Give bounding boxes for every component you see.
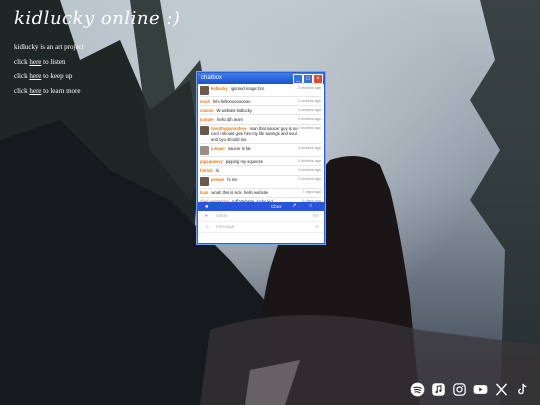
message-list[interactable]: kidlucky ignored magic bro 2 months ago noa… — [198, 84, 324, 202]
message-author[interactable]: kidlucky — [211, 86, 228, 91]
learn-more-link[interactable]: here — [29, 87, 41, 95]
message-text: hi — [215, 167, 219, 173]
chat-message: juniper hello dih team 2 months ago — [200, 115, 322, 125]
tiktok-icon[interactable] — [515, 382, 530, 397]
user-icon: ● — [205, 213, 208, 218]
intro-text: click — [14, 57, 30, 66]
x-icon[interactable] — [494, 382, 509, 397]
message-text: hello dih team — [216, 116, 244, 122]
intro-line-4: click here to learn more — [14, 84, 84, 99]
spotify-icon[interactable] — [410, 382, 425, 397]
name-counter: 50 — [312, 213, 318, 218]
intro-line-1: kidlucky is an art project — [14, 40, 84, 55]
message-time: 2 months ago — [297, 85, 321, 90]
youtube-icon[interactable] — [473, 382, 488, 397]
social-links — [410, 382, 530, 397]
message-time: 2 months ago — [297, 167, 321, 172]
chat-message: juniper saucer is fat 2 months ago — [200, 144, 322, 158]
message-author[interactable]: liam — [200, 190, 208, 195]
minimize-icon[interactable]: _ — [293, 74, 303, 84]
message-time: 2 months ago — [297, 177, 321, 182]
message-author[interactable]: noah — [200, 99, 210, 104]
chatbox-titlebar[interactable]: chatbox _ □ × — [198, 73, 324, 84]
message-text: pipping my squeeze — [225, 158, 264, 164]
chat-message: preeze hi me 2 months ago — [200, 176, 322, 189]
avatar[interactable] — [200, 126, 209, 136]
chatbox-window: chatbox _ □ × kidlucky ignored magic bro 2… — [197, 72, 325, 244]
chat-message: pipsqueezy pipping my squeeze 2 months ago — [200, 157, 322, 167]
name-field[interactable]: ● name 50 — [198, 211, 324, 222]
instagram-icon[interactable] — [452, 382, 467, 397]
intro-links: kidlucky is an art project click here to… — [14, 40, 84, 98]
intro-line-3: click here to keep up — [14, 69, 84, 84]
message-author[interactable]: juniper — [211, 146, 225, 151]
maximize-icon[interactable]: □ — [303, 74, 313, 84]
message-field[interactable]: ☺ message 0 — [198, 222, 324, 233]
apple-music-icon[interactable] — [431, 382, 446, 397]
message-author[interactable]: fatrick — [200, 168, 213, 173]
message-author[interactable]: juniper — [200, 117, 214, 122]
message-text: ignored magic bro — [230, 85, 265, 91]
message-time: 7 days ago — [302, 190, 321, 195]
message-counter: 0 — [315, 224, 318, 229]
intro-text: to learn more — [41, 86, 81, 95]
message-text: saucer is fat — [227, 145, 251, 151]
intro-text: click — [14, 72, 30, 80]
avatar[interactable] — [200, 177, 209, 187]
intro-text: to keep up — [41, 72, 73, 80]
message-text: hihi helloooooooooo — [213, 98, 251, 104]
site-title: kidlucky online :) — [14, 8, 181, 29]
message-text: woah this is sick. hello website — [211, 190, 269, 196]
chat-message: saucer W website kidlucky 2 months ago — [200, 106, 322, 116]
intro-text: to listen — [41, 57, 66, 66]
message-time: 2 months ago — [297, 158, 321, 163]
chat-message: fatrick hi 2 months ago — [200, 166, 322, 176]
gear-icon[interactable]: ○ — [309, 202, 312, 211]
chat-message: kidlucky ignored magic bro 2 months ago — [200, 84, 322, 97]
intro-line-2: click here to listen — [14, 55, 84, 70]
message-time: 2 months ago — [297, 145, 321, 150]
message-author[interactable]: preeze — [211, 177, 224, 182]
intro-text: click — [14, 86, 30, 95]
avatar[interactable] — [200, 85, 209, 95]
message-time: 2 months ago — [297, 107, 321, 112]
keep-up-link[interactable]: here — [29, 72, 41, 80]
chat-message: liam woah this is sick. hello website 7 da… — [200, 189, 322, 198]
message-text: W website kidlucky — [216, 107, 252, 113]
message-input[interactable]: message — [216, 222, 234, 232]
message-time: 2 months ago — [297, 98, 321, 103]
smiley-icon[interactable]: ☺ — [205, 222, 210, 232]
close-icon[interactable]: × — [313, 74, 323, 84]
cbox-label[interactable]: Cbox — [271, 202, 282, 211]
chatbox-title: chatbox — [201, 75, 223, 81]
message-author[interactable]: pipsqueezy — [200, 159, 223, 164]
message-time: 2 months ago — [297, 116, 321, 121]
cbox-bar: ● Cbox ↗ ○ — [198, 202, 324, 211]
message-text: hi me — [227, 177, 238, 183]
message-time: 2 months ago — [297, 126, 321, 131]
listen-link[interactable]: here — [29, 58, 41, 66]
chat-message: noah hihi helloooooooooo 2 months ago — [200, 97, 322, 107]
chat-message: timothygunnafore man that saucer guy is s… — [200, 125, 322, 145]
external-link-icon[interactable]: ↗ — [292, 202, 297, 211]
intro-text: kidlucky is an art project — [14, 43, 84, 51]
name-input[interactable]: name — [216, 211, 227, 221]
message-author[interactable]: saucer — [200, 108, 214, 113]
avatar[interactable] — [200, 145, 209, 155]
